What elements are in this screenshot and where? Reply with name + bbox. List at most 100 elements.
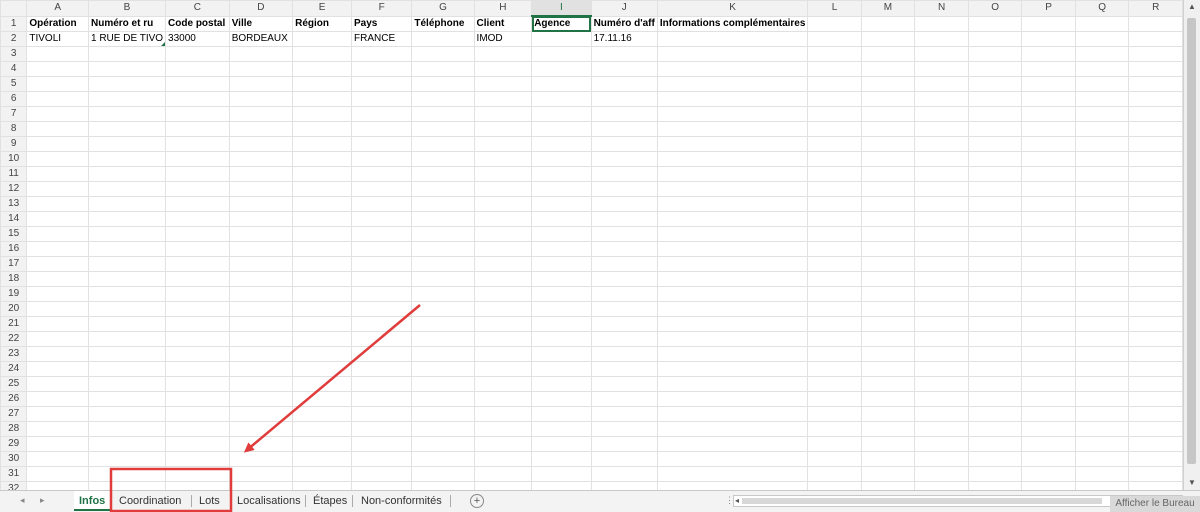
cell-p24[interactable] xyxy=(1021,361,1076,377)
vertical-scroll-thumb[interactable] xyxy=(1187,18,1196,464)
cell-k4[interactable] xyxy=(656,61,809,77)
cell-e9[interactable] xyxy=(292,136,352,152)
tab-localisations[interactable]: Localisations xyxy=(232,491,304,511)
cell-d12[interactable] xyxy=(228,181,294,197)
cell-b21[interactable] xyxy=(87,316,167,332)
cell-i25[interactable] xyxy=(531,376,592,392)
cell-a19[interactable] xyxy=(26,286,89,302)
cell-q26[interactable] xyxy=(1074,391,1130,407)
cell-j20[interactable] xyxy=(590,301,658,317)
cell-h5[interactable] xyxy=(473,76,533,92)
cell-c28[interactable] xyxy=(165,421,230,437)
cell-a12[interactable] xyxy=(26,181,89,197)
cell-p12[interactable] xyxy=(1021,181,1076,197)
cell-a11[interactable] xyxy=(26,166,89,182)
cell-n14[interactable] xyxy=(914,211,969,227)
cell-q29[interactable] xyxy=(1074,436,1130,452)
cell-b25[interactable] xyxy=(87,376,167,392)
cell-m12[interactable] xyxy=(860,181,916,197)
cell-i20[interactable] xyxy=(531,301,592,317)
cell-d19[interactable] xyxy=(228,286,294,302)
cell-r29[interactable] xyxy=(1128,436,1183,452)
scroll-left-icon[interactable]: ◂ xyxy=(735,496,739,506)
cell-r17[interactable] xyxy=(1128,256,1183,272)
cell-j3[interactable] xyxy=(590,46,658,62)
cell-e27[interactable] xyxy=(292,406,352,422)
cell-e29[interactable] xyxy=(292,436,352,452)
cell-n19[interactable] xyxy=(914,286,969,302)
cell-i26[interactable] xyxy=(531,391,592,407)
cell-g26[interactable] xyxy=(411,391,475,407)
cell-p23[interactable] xyxy=(1021,346,1076,362)
cell-p6[interactable] xyxy=(1021,91,1076,107)
cell-n31[interactable] xyxy=(914,466,969,482)
cell-l3[interactable] xyxy=(807,46,862,62)
cell-r5[interactable] xyxy=(1128,76,1183,92)
cell-q15[interactable] xyxy=(1074,226,1130,242)
cell-b13[interactable] xyxy=(87,196,167,212)
cell-r9[interactable] xyxy=(1128,136,1183,152)
cell-q28[interactable] xyxy=(1074,421,1130,437)
scroll-down-icon[interactable]: ▼ xyxy=(1185,476,1199,490)
horizontal-scroll-thumb[interactable] xyxy=(742,498,1102,504)
column-header-o[interactable]: O xyxy=(967,0,1023,17)
row-header[interactable]: 14 xyxy=(0,211,28,227)
cell-g13[interactable] xyxy=(411,196,475,212)
cell-d7[interactable] xyxy=(228,106,294,122)
cell-e32[interactable] xyxy=(292,481,352,490)
cell-j19[interactable] xyxy=(590,286,658,302)
cell-g8[interactable] xyxy=(411,121,475,137)
cell-a16[interactable] xyxy=(26,241,89,257)
cell-k24[interactable] xyxy=(656,361,809,377)
cell-c23[interactable] xyxy=(165,346,230,362)
row-header[interactable]: 22 xyxy=(0,331,28,347)
cell-g4[interactable] xyxy=(411,61,475,77)
cell-f9[interactable] xyxy=(350,136,413,152)
cell-i13[interactable] xyxy=(531,196,592,212)
cell-f26[interactable] xyxy=(350,391,413,407)
row-header[interactable]: 1 xyxy=(0,15,28,32)
cell-l20[interactable] xyxy=(807,301,862,317)
cell-l11[interactable] xyxy=(807,166,862,182)
cell-k19[interactable] xyxy=(656,286,809,302)
cell-l29[interactable] xyxy=(807,436,862,452)
cell-c6[interactable] xyxy=(165,91,230,107)
cell-f14[interactable] xyxy=(350,211,413,227)
cell-m30[interactable] xyxy=(860,451,916,467)
cell-j11[interactable] xyxy=(590,166,658,182)
cell-n27[interactable] xyxy=(914,406,969,422)
cell-i4[interactable] xyxy=(531,61,592,77)
cell-b20[interactable] xyxy=(87,301,167,317)
cell-a5[interactable] xyxy=(26,76,89,92)
cell-n7[interactable] xyxy=(914,106,969,122)
cell-c18[interactable] xyxy=(165,271,230,287)
cell-o25[interactable] xyxy=(967,376,1023,392)
cell-p10[interactable] xyxy=(1021,151,1076,167)
cell-j6[interactable] xyxy=(590,91,658,107)
cell-b1[interactable]: Numéro et ru xyxy=(87,15,167,32)
cell-a24[interactable] xyxy=(26,361,89,377)
cell-k28[interactable] xyxy=(656,421,809,437)
row-header[interactable]: 25 xyxy=(0,376,28,392)
column-header-b[interactable]: B xyxy=(87,0,167,17)
cell-b22[interactable] xyxy=(87,331,167,347)
cell-n29[interactable] xyxy=(914,436,969,452)
cell-a26[interactable] xyxy=(26,391,89,407)
cell-e5[interactable] xyxy=(292,76,352,92)
cell-p13[interactable] xyxy=(1021,196,1076,212)
cell-n3[interactable] xyxy=(914,46,969,62)
cell-f21[interactable] xyxy=(350,316,413,332)
cell-q11[interactable] xyxy=(1074,166,1130,182)
cell-o27[interactable] xyxy=(967,406,1023,422)
cell-i32[interactable] xyxy=(531,481,592,490)
cell-r3[interactable] xyxy=(1128,46,1183,62)
cell-h13[interactable] xyxy=(473,196,533,212)
cell-m24[interactable] xyxy=(860,361,916,377)
row-header[interactable]: 31 xyxy=(0,466,28,482)
cell-c16[interactable] xyxy=(165,241,230,257)
cell-m1[interactable] xyxy=(860,15,916,32)
cell-d8[interactable] xyxy=(228,121,294,137)
cell-k15[interactable] xyxy=(656,226,809,242)
row-header[interactable]: 28 xyxy=(0,421,28,437)
column-header-k[interactable]: K xyxy=(656,0,809,17)
